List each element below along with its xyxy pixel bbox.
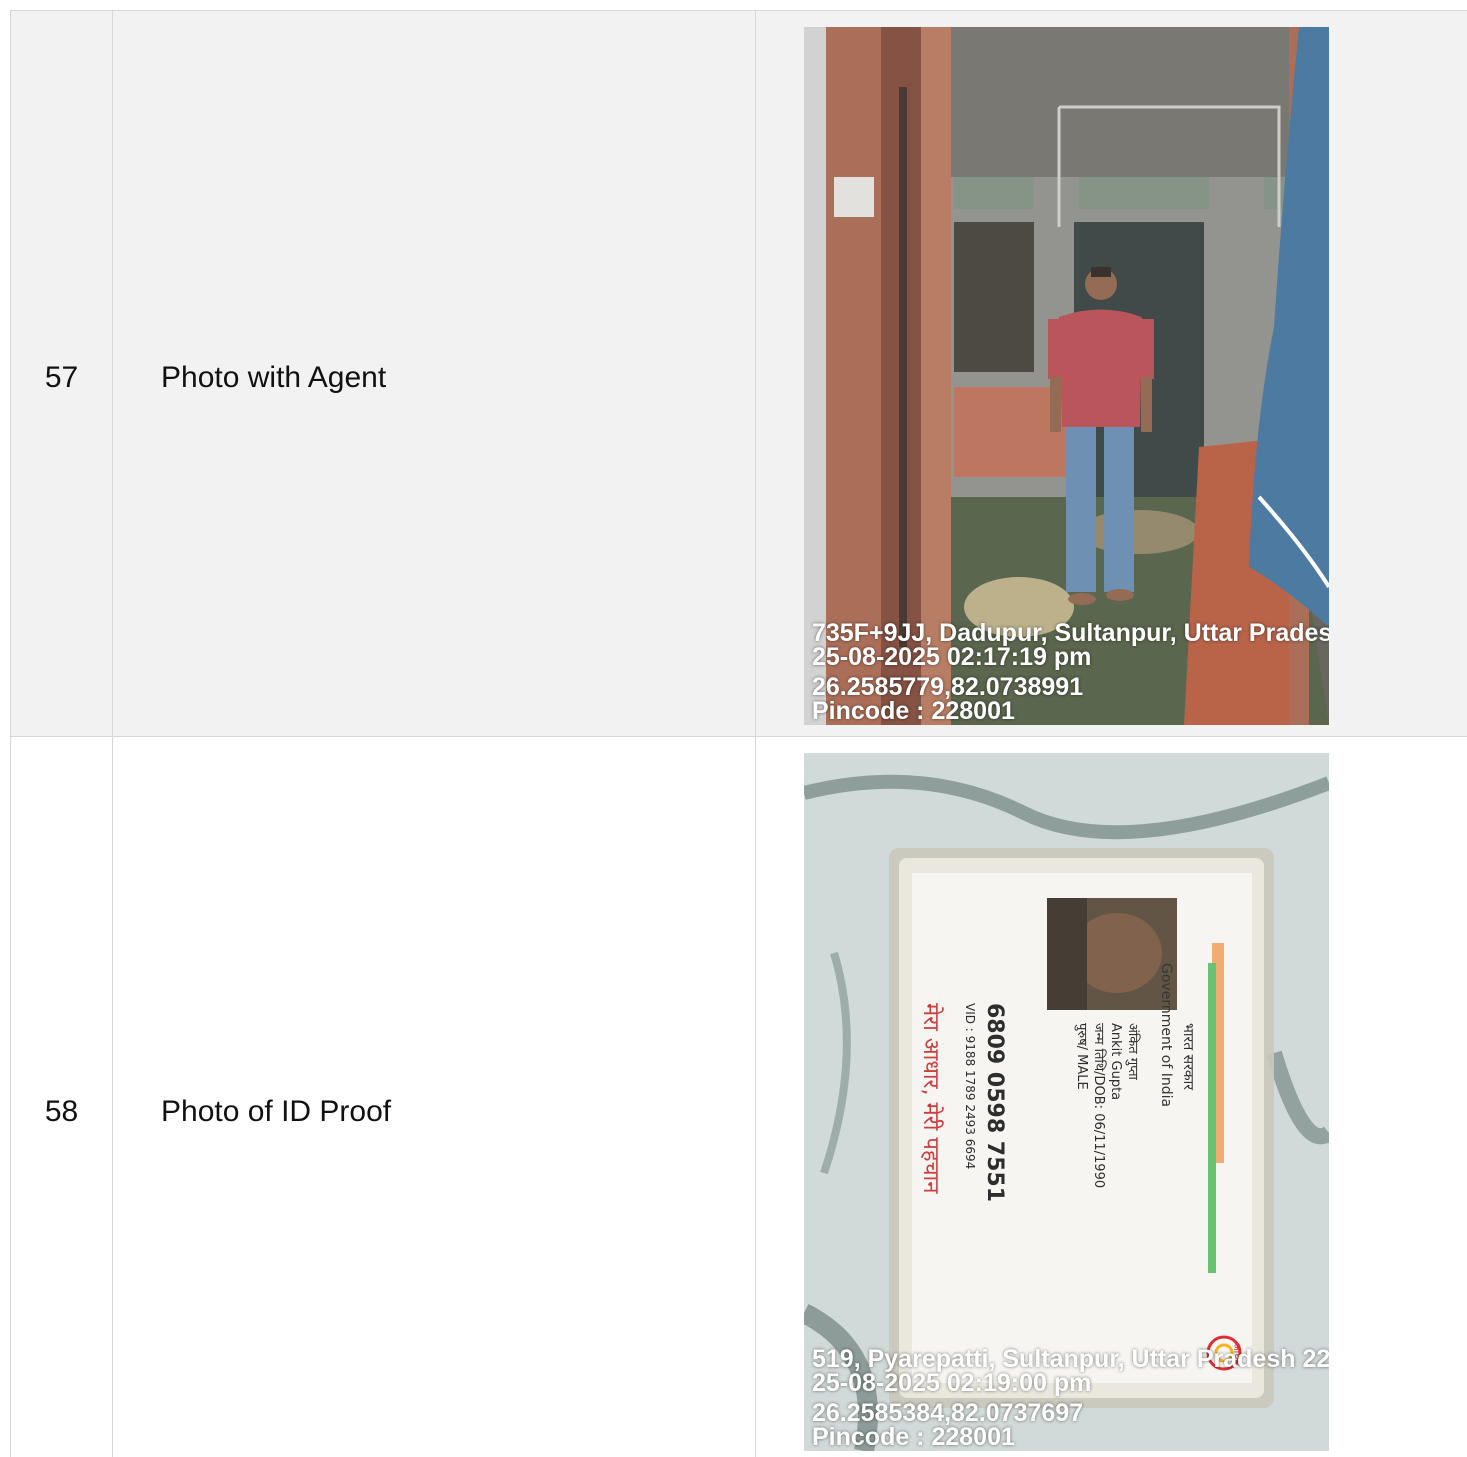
stamp-datetime: 25-08-2025 02:17:19 pm xyxy=(812,643,1092,671)
table-row: 57 Photo with Agent 735F+9JJ, Dadupur, S… xyxy=(10,11,1467,737)
stamp-pincode: Pincode : 228001 xyxy=(812,697,1015,725)
row-label: Photo of ID Proof xyxy=(161,1095,392,1128)
row-photo-cell: 735F+9JJ, Dadupur, Sultanpur, Uttar Prad… xyxy=(756,11,1467,736)
verification-table: 57 Photo with Agent 735F+9JJ, Dadupur, S… xyxy=(10,10,1467,1457)
stamp-coords: 26.2585384,82.0737697 xyxy=(812,1399,1084,1427)
stamp-pincode: Pincode : 228001 xyxy=(812,1423,1015,1451)
stamp-datetime: 25-08-2025 02:19:00 pm xyxy=(812,1369,1092,1397)
row-number: 57 xyxy=(44,361,79,394)
id-proof-photo[interactable]: भारत सरकार Government of India अंकित गुप… xyxy=(804,753,1329,1451)
stamp-coords: 26.2585779,82.0738991 xyxy=(812,673,1084,701)
row-label: Photo with Agent xyxy=(161,361,387,394)
row-photo-cell: भारत सरकार Government of India अंकित गुप… xyxy=(756,737,1467,1457)
row-number: 58 xyxy=(44,1095,79,1128)
geo-stamp: 519, Pyarepatti, Sultanpur, Uttar Prades… xyxy=(812,1345,1329,1451)
agent-photo[interactable]: 735F+9JJ, Dadupur, Sultanpur, Uttar Prad… xyxy=(804,27,1329,725)
table-row: 58 Photo of ID Proof भारत सरकार Governme… xyxy=(10,737,1467,1457)
row-label-cell: Photo of ID Proof xyxy=(113,737,756,1457)
row-number-cell: 57 xyxy=(10,11,113,736)
geo-stamp: 735F+9JJ, Dadupur, Sultanpur, Uttar Prad… xyxy=(812,619,1329,725)
row-number-cell: 58 xyxy=(10,737,113,1457)
stamp-address: 735F+9JJ, Dadupur, Sultanpur, Uttar Prad… xyxy=(812,619,1329,647)
row-label-cell: Photo with Agent xyxy=(113,11,756,736)
stamp-address: 519, Pyarepatti, Sultanpur, Uttar Prades… xyxy=(812,1345,1329,1373)
